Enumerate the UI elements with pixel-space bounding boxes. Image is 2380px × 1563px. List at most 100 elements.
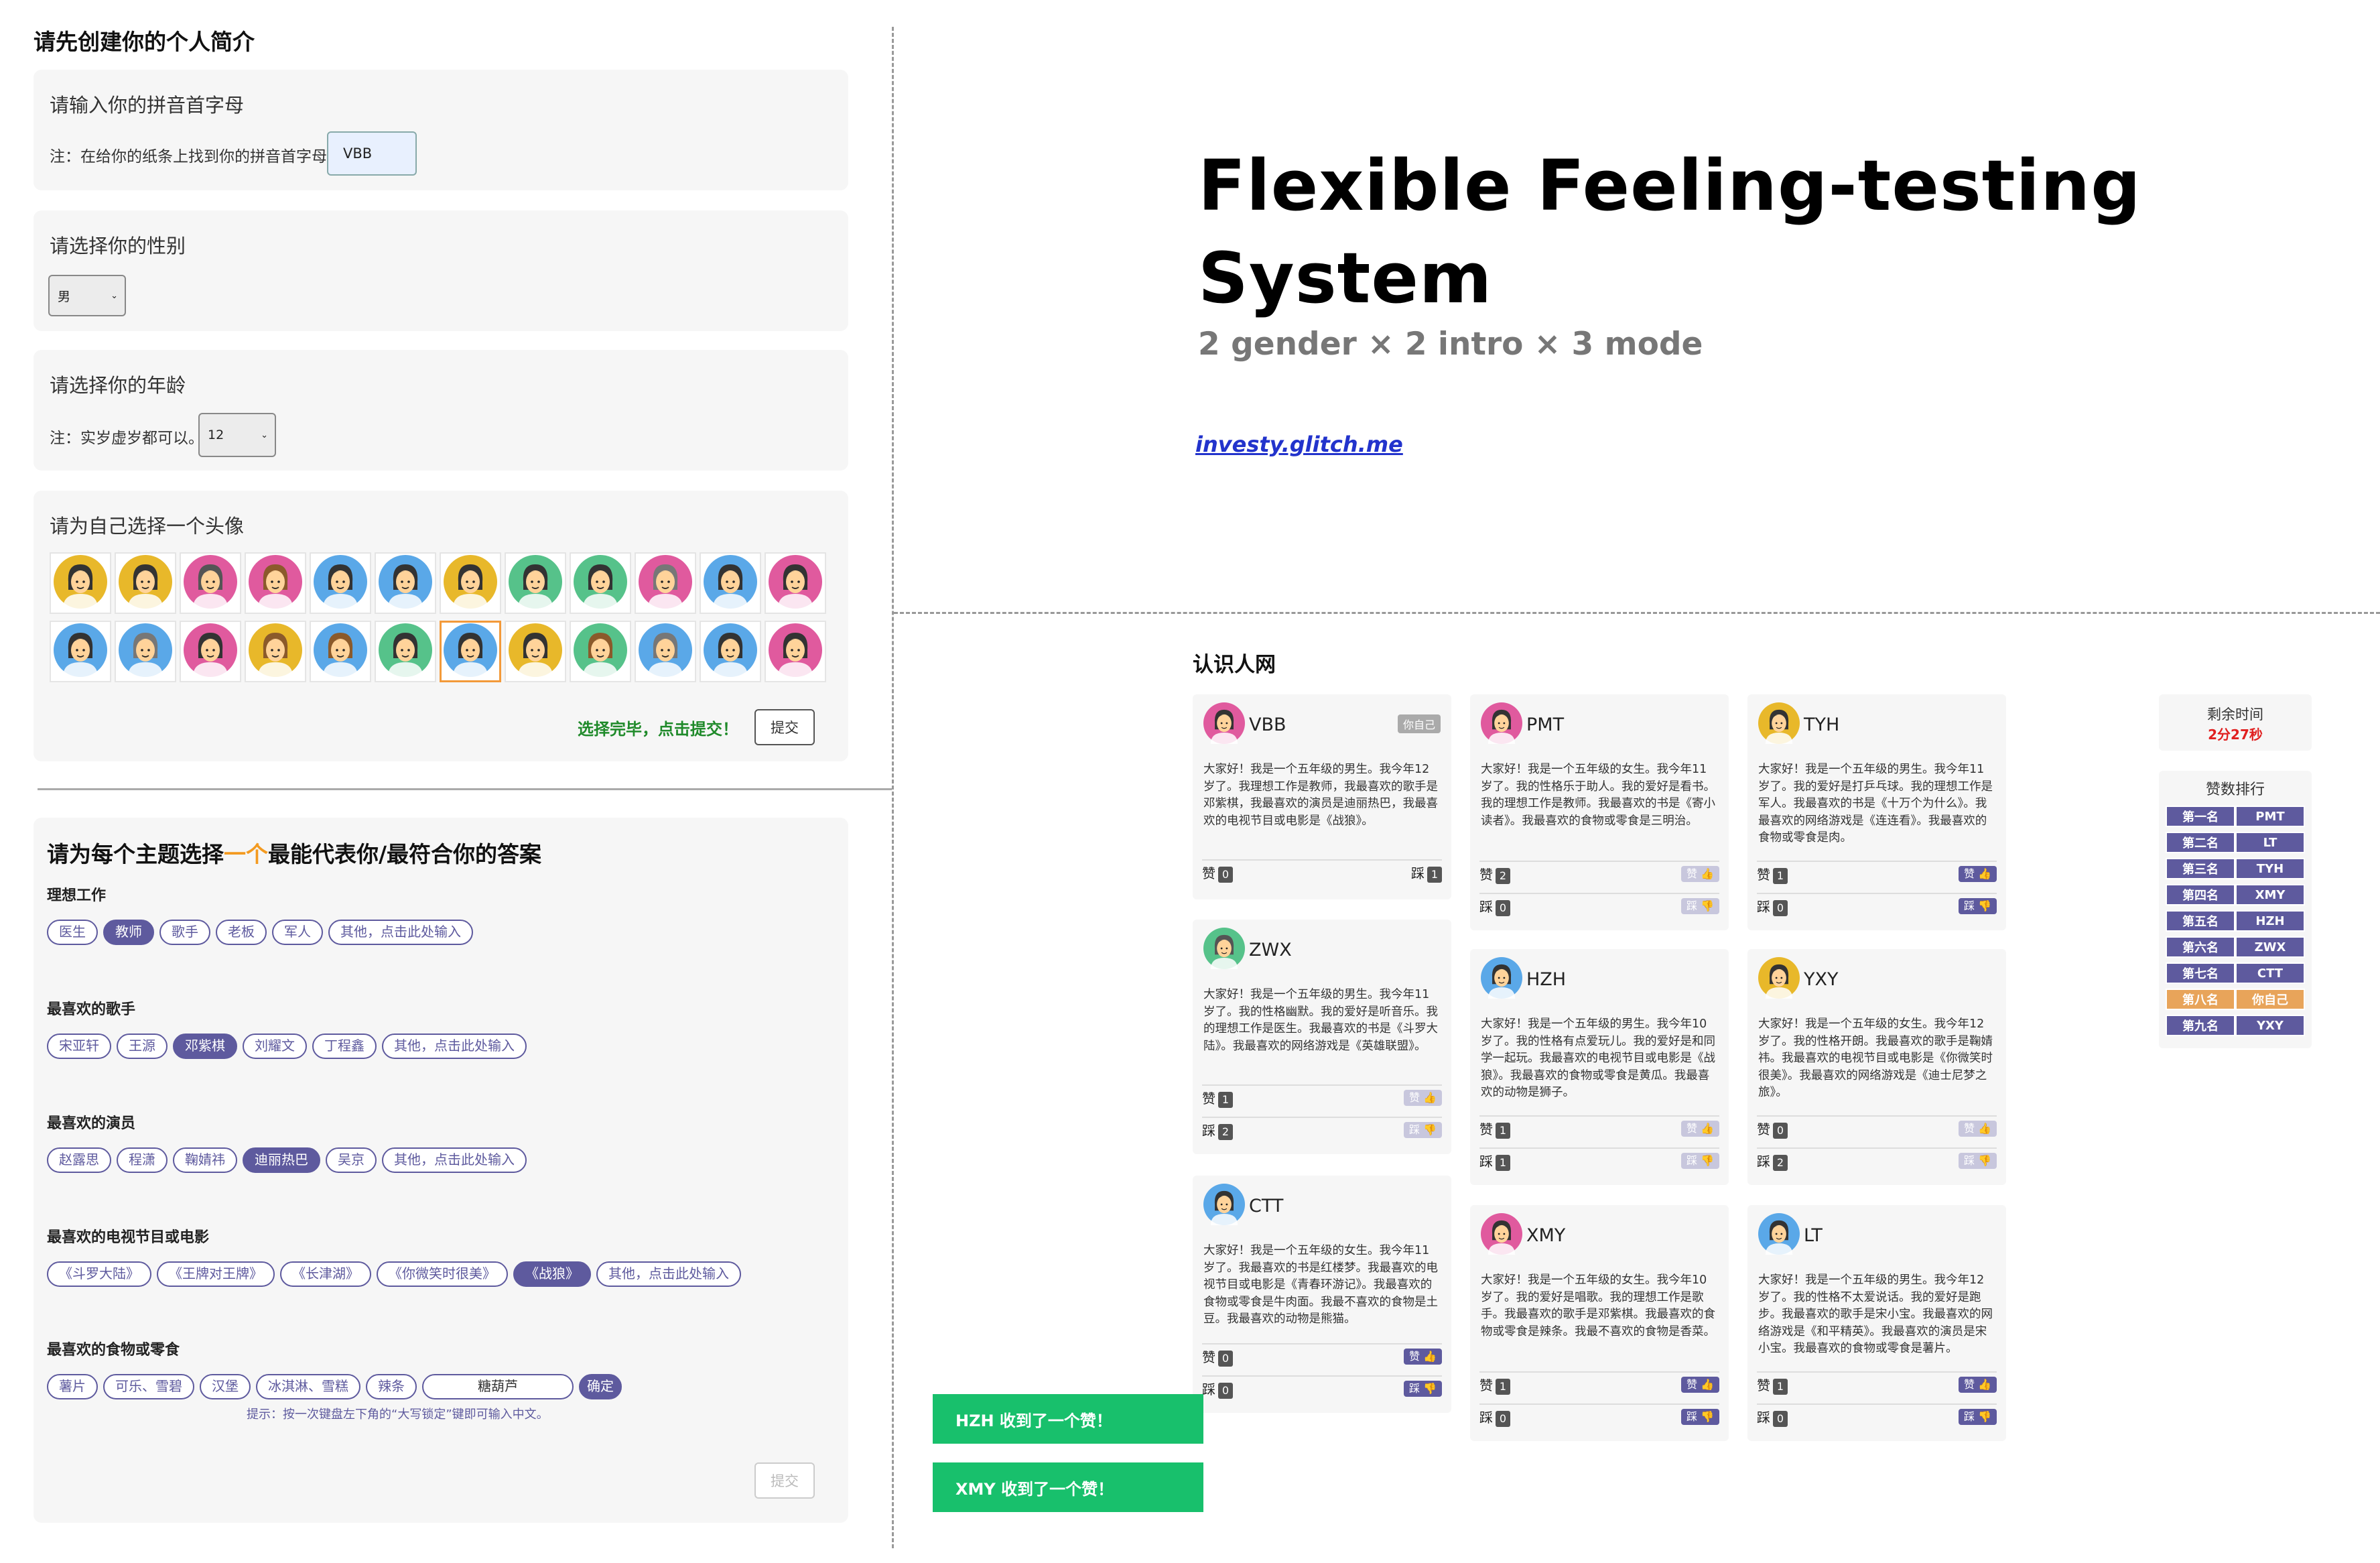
avatar-icon [1758, 1213, 1800, 1257]
like-count: 赞2 [1479, 864, 1510, 884]
option-tag[interactable]: 其他，点击此处输入 [382, 1034, 527, 1059]
avatar-icon [314, 555, 367, 611]
question-label: 最喜欢的食物或零食 [47, 1342, 180, 1359]
option-tag[interactable]: 鞠婧祎 [173, 1147, 237, 1173]
option-tag[interactable]: 军人 [272, 920, 323, 945]
option-tag[interactable]: 《战狼》 [513, 1261, 591, 1287]
pinyin-input[interactable]: VBB [327, 131, 417, 176]
avatar-icon [54, 555, 107, 611]
option-tag[interactable]: 《你微笑时很美》 [377, 1261, 508, 1287]
avatar-option[interactable] [245, 621, 306, 682]
avatar-icon [509, 623, 562, 680]
option-tag[interactable]: 老板 [216, 920, 267, 945]
avatar-option[interactable] [375, 552, 436, 614]
rank-name: PMT [2235, 806, 2305, 827]
avatar-icon [1481, 957, 1522, 1001]
option-tag[interactable]: 薯片 [47, 1374, 98, 1399]
option-tag[interactable]: 吴京 [326, 1147, 377, 1173]
like-button[interactable]: 赞 👍 [1958, 866, 1997, 882]
option-tag[interactable]: 丁程鑫 [312, 1034, 377, 1059]
person-name: XMY [1526, 1225, 1566, 1246]
option-tag[interactable]: 迪丽热巴 [243, 1147, 320, 1173]
dislike-button[interactable]: 踩 👎 [1958, 1409, 1997, 1425]
rank-label: 第一名 [2166, 806, 2235, 827]
avatar-option[interactable] [570, 621, 631, 682]
like-button[interactable]: 赞 👍 [1958, 1377, 1997, 1393]
gender-select-value: 男 [58, 289, 71, 304]
avatar-option[interactable] [505, 621, 566, 682]
option-tag[interactable]: 刘耀文 [243, 1034, 307, 1059]
like-button[interactable]: 赞 👍 [1680, 866, 1719, 882]
avatar-option[interactable] [180, 621, 241, 682]
dislike-button[interactable]: 踩 👎 [1680, 898, 1719, 914]
option-tag[interactable]: 宋亚轩 [47, 1034, 111, 1059]
avatar-option[interactable] [310, 621, 371, 682]
avatar-option[interactable] [440, 552, 501, 614]
option-tag[interactable]: 辣条 [366, 1374, 417, 1399]
questions-heading-pre: 请为每个主题选择 [47, 841, 224, 867]
rank-label: 第五名 [2166, 910, 2235, 932]
avatar-option[interactable] [570, 552, 631, 614]
option-tag[interactable]: 程潇 [117, 1147, 168, 1173]
option-tag[interactable]: 《斗罗大陆》 [47, 1261, 151, 1287]
avatar-option[interactable] [310, 552, 371, 614]
dislike-button[interactable]: 踩 👎 [1403, 1381, 1442, 1397]
app-link[interactable]: investy.glitch.me [1195, 432, 1403, 457]
option-tag[interactable]: 冰淇淋、雪糕 [256, 1374, 360, 1399]
dislike-button[interactable]: 踩 👎 [1958, 1153, 1997, 1169]
avatar-option[interactable] [505, 552, 566, 614]
person-intro: 大家好！我是一个五年级的女生。我今年11岁了。我的性格乐于助人。我的爱好是看书。… [1481, 763, 1715, 828]
avatar-option[interactable] [375, 621, 436, 682]
dislike-button[interactable]: 踩 👎 [1403, 1122, 1442, 1138]
option-tag[interactable]: 教师 [103, 920, 154, 945]
like-button[interactable]: 赞 👍 [1680, 1377, 1719, 1393]
option-tag[interactable]: 赵露思 [47, 1147, 111, 1173]
like-button[interactable]: 赞 👍 [1958, 1121, 1997, 1137]
like-button[interactable]: 赞 👍 [1403, 1090, 1442, 1106]
option-tag[interactable]: 《长津湖》 [280, 1261, 371, 1287]
avatar-submit-button[interactable]: 提交 [754, 709, 815, 745]
option-tag[interactable]: 其他，点击此处输入 [328, 920, 473, 945]
avatar-icon [1758, 957, 1800, 1001]
confirm-button[interactable]: 确定 [579, 1374, 622, 1399]
option-tag[interactable]: 《王牌对王牌》 [157, 1261, 275, 1287]
avatar-option[interactable] [180, 552, 241, 614]
avatar-option[interactable] [245, 552, 306, 614]
avatar-option[interactable] [115, 621, 176, 682]
person-card: TYH 大家好！我是一个五年级的男生。我今年11岁了。我的爱好是打乒乓球。我的理想… [1747, 694, 2006, 930]
avatar-card: 请为自己选择一个头像 选择完毕，点击提交！ 提交 [34, 491, 848, 761]
custom-answer-input[interactable]: 糖葫芦 [422, 1374, 574, 1399]
avatar-option[interactable] [765, 552, 826, 614]
ranking-row: 第六名 ZWX [2166, 936, 2305, 958]
like-button[interactable]: 赞 👍 [1680, 1121, 1719, 1137]
option-tag[interactable]: 歌手 [159, 920, 210, 945]
questions-submit-button[interactable]: 提交 [754, 1462, 815, 1499]
dislike-button[interactable]: 踩 👎 [1680, 1153, 1719, 1169]
avatar-option[interactable] [50, 552, 111, 614]
avatar-option[interactable] [765, 621, 826, 682]
avatar-option[interactable] [635, 621, 696, 682]
dislike-button[interactable]: 踩 👎 [1958, 898, 1997, 914]
avatar-option[interactable] [700, 621, 761, 682]
age-select[interactable]: 12 ⌄ [198, 413, 276, 457]
avatar-option[interactable] [700, 552, 761, 614]
avatar-option[interactable] [635, 552, 696, 614]
option-tag[interactable]: 邓紫棋 [173, 1034, 237, 1059]
like-button[interactable]: 赞 👍 [1403, 1349, 1442, 1365]
horizontal-divider-right [894, 612, 2380, 614]
avatar-option[interactable] [50, 621, 111, 682]
option-tag[interactable]: 医生 [47, 920, 98, 945]
avatar-option[interactable] [440, 621, 501, 682]
option-tag[interactable]: 王源 [117, 1034, 168, 1059]
question-options: 赵露思 程潇 鞠婧祎 迪丽热巴 吴京 其他，点击此处输入 [47, 1147, 532, 1173]
gender-select[interactable]: 男 ⌄ [48, 275, 126, 316]
dislike-button[interactable]: 踩 👎 [1680, 1409, 1719, 1425]
age-card: 请选择你的年龄 注：实岁虚岁都可以。 12 ⌄ [34, 350, 848, 471]
option-tag[interactable]: 可乐、雪碧 [103, 1374, 194, 1399]
option-tag[interactable]: 其他，点击此处输入 [382, 1147, 527, 1173]
question-label: 理想工作 [47, 887, 107, 904]
option-tag[interactable]: 汉堡 [200, 1374, 251, 1399]
rank-label: 第九名 [2166, 1015, 2235, 1036]
avatar-option[interactable] [115, 552, 176, 614]
option-tag[interactable]: 其他，点击此处输入 [596, 1261, 741, 1287]
